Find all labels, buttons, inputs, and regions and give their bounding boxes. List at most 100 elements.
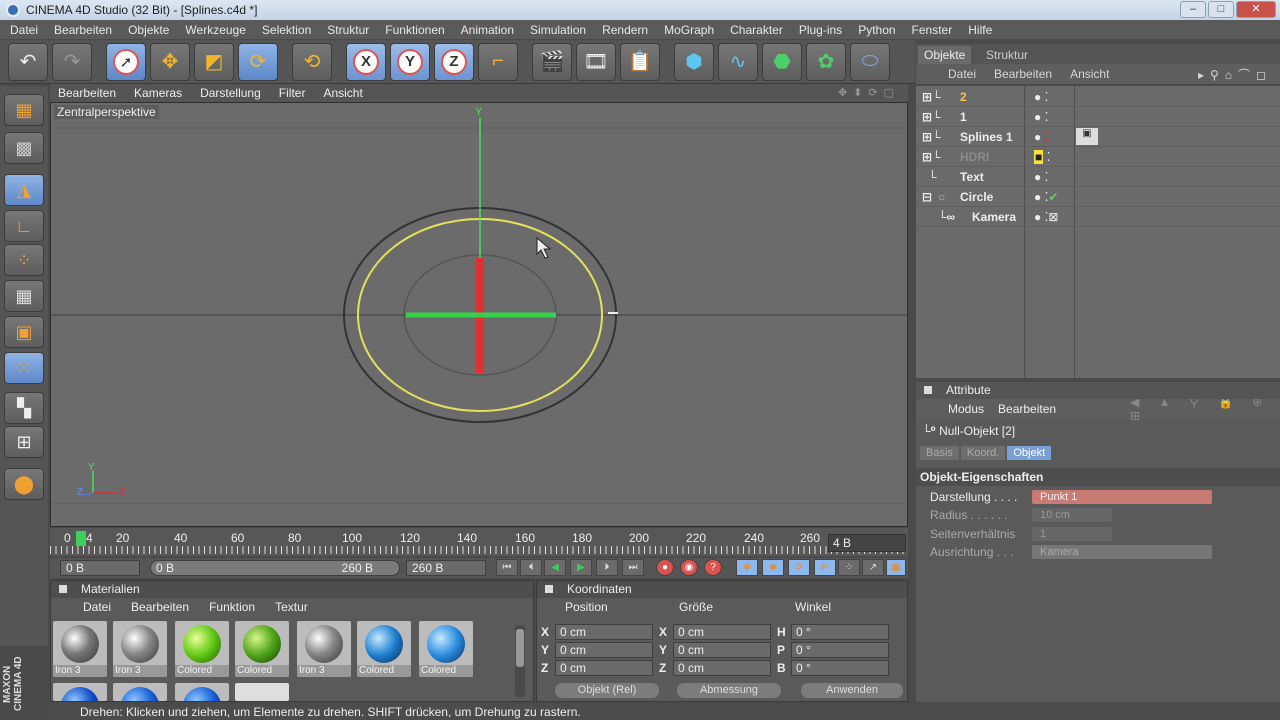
menu-struktur[interactable]: Struktur xyxy=(327,23,369,37)
menu-objekte[interactable]: Objekte xyxy=(128,23,169,37)
tab-koord[interactable]: Koord. xyxy=(960,446,1006,460)
menu-selektion[interactable]: Selektion xyxy=(262,23,311,37)
viewport-menu-ansicht[interactable]: Ansicht xyxy=(323,86,362,100)
menu-bearbeiten[interactable]: Bearbeiten xyxy=(54,23,112,37)
tab-struktur[interactable]: Struktur xyxy=(980,46,1034,64)
points-mode-button[interactable]: ⁘ xyxy=(4,244,44,276)
angle-p-field[interactable]: 0 ° xyxy=(791,642,889,658)
maximize-button[interactable]: □ xyxy=(1208,1,1234,18)
key-rotation-button[interactable]: ⟳ xyxy=(788,559,810,576)
viewport-menu-kameras[interactable]: Kameras xyxy=(134,86,182,100)
tab-objekte[interactable]: Objekte xyxy=(918,46,972,64)
x-axis-lock-button[interactable]: X xyxy=(346,42,386,81)
visibility-dots[interactable]: ● ⁚ xyxy=(1034,130,1048,144)
spline-button[interactable]: ∿ xyxy=(718,42,758,81)
angle-b-field[interactable]: 0 ° xyxy=(791,660,889,676)
om-toolbar-icons[interactable]: ▸⚲⌂⌒◻ xyxy=(1198,66,1272,83)
visibility-dots[interactable]: ● ⁚ xyxy=(1034,110,1048,124)
materials-scrollbar[interactable] xyxy=(515,625,525,697)
motion-record-button[interactable]: ↗ xyxy=(862,559,884,576)
angle-h-field[interactable]: 0 ° xyxy=(791,624,889,640)
menu-fenster[interactable]: Fenster xyxy=(912,23,953,37)
attr-menu-modus[interactable]: Modus xyxy=(948,402,984,416)
menu-animation[interactable]: Animation xyxy=(461,23,514,37)
rotate-tool-button[interactable]: ⟳ xyxy=(238,42,278,81)
material-swatch[interactable] xyxy=(113,683,167,701)
darstellung-dropdown[interactable]: Punkt 1 xyxy=(1032,490,1212,504)
attr-nav-icons[interactable]: ◀ ▲ ⚲ 🔒 ⊕ ⊞ xyxy=(1130,395,1280,423)
autokey-button[interactable]: ◉ xyxy=(680,559,698,576)
object-row[interactable]: ⊞└ HDRI ■ ⁚ xyxy=(916,148,1280,167)
menu-datei[interactable]: Datei xyxy=(10,23,38,37)
recent-tool-button[interactable]: ⟲ xyxy=(292,42,332,81)
materials-menu-bearbeiten[interactable]: Bearbeiten xyxy=(131,598,189,616)
menu-hilfe[interactable]: Hilfe xyxy=(968,23,992,37)
deformer-button[interactable]: ⬭ xyxy=(850,42,890,81)
sculpt-button[interactable]: ⬤ xyxy=(4,468,44,500)
minimize-button[interactable]: – xyxy=(1180,1,1206,18)
radius-field[interactable]: 10 cm xyxy=(1032,508,1112,522)
menu-rendern[interactable]: Rendern xyxy=(602,23,648,37)
material-swatch[interactable]: Colored xyxy=(419,621,473,677)
ausrichtung-dropdown[interactable]: Kamera xyxy=(1032,545,1212,559)
end-frame-field[interactable]: 260 B xyxy=(406,560,486,576)
play-forward-button[interactable]: ▶ xyxy=(570,559,592,576)
visibility-dots[interactable]: ● ⁚✔ xyxy=(1034,190,1058,204)
array-button[interactable]: ✿ xyxy=(806,42,846,81)
materials-menu-datei[interactable]: Datei xyxy=(83,598,111,616)
materials-menu-textur[interactable]: Textur xyxy=(275,598,308,616)
menu-mograph[interactable]: MoGraph xyxy=(664,23,714,37)
coordinate-system-button[interactable]: ⌐ xyxy=(478,42,518,81)
measure-mode-dropdown[interactable]: Abmessung xyxy=(677,683,781,698)
redo-button[interactable]: ↷ xyxy=(52,42,92,81)
nurbs-button[interactable]: ⬣ xyxy=(762,42,802,81)
current-frame-field[interactable]: 4 B xyxy=(828,534,906,552)
viewport-menu-bearbeiten[interactable]: Bearbeiten xyxy=(58,86,116,100)
attr-menu-bearbeiten[interactable]: Bearbeiten xyxy=(998,402,1056,416)
key-scale-button[interactable]: ■ xyxy=(762,559,784,576)
material-swatch[interactable]: Colored xyxy=(235,621,289,677)
timeline-playhead[interactable] xyxy=(76,531,86,546)
keyframe-selection-button[interactable]: ? xyxy=(704,559,722,576)
prev-key-button[interactable]: ⏴ xyxy=(520,559,542,576)
key-parameter-button[interactable]: P xyxy=(814,559,836,576)
tab-objekt[interactable]: Objekt xyxy=(1007,446,1052,460)
timeline-ruler[interactable]: 0 4 20 40 60 80 100 120 140 160 180 200 … xyxy=(50,528,908,556)
viewport-menu-darstellung[interactable]: Darstellung xyxy=(200,86,261,100)
material-swatch[interactable]: Iron 3 xyxy=(297,621,351,677)
key-position-button[interactable]: ✥ xyxy=(736,559,758,576)
material-swatch[interactable]: Iron 3 xyxy=(53,621,107,677)
apply-button[interactable]: Anwenden xyxy=(801,683,903,698)
preview-range-slider[interactable]: 0 B 260 B xyxy=(150,560,400,576)
object-row[interactable]: └∞ Kamera ● ⁚⊠ xyxy=(916,208,1280,227)
texture-mode-button[interactable]: ▩ xyxy=(4,132,44,164)
select-tool-button[interactable]: ➚ xyxy=(106,42,146,81)
object-mode-button[interactable]: ◮ xyxy=(4,174,44,206)
viewport-3d[interactable]: Zentralperspektive Y Y Z X xyxy=(50,102,908,527)
render-settings-button[interactable]: 📋 xyxy=(620,42,660,81)
size-y-field[interactable]: 0 cm xyxy=(673,642,771,658)
material-swatch[interactable] xyxy=(235,683,289,701)
coordinate-mode-dropdown[interactable]: Objekt (Rel) xyxy=(555,683,659,698)
animation-mode-button[interactable]: ⁙ xyxy=(4,352,44,384)
menu-python[interactable]: Python xyxy=(858,23,895,37)
menu-funktionen[interactable]: Funktionen xyxy=(385,23,444,37)
object-row[interactable]: ⊟ ○ Circle ● ⁚✔ xyxy=(916,188,1280,207)
play-backward-button[interactable]: ◀ xyxy=(544,559,566,576)
om-menu-bearbeiten[interactable]: Bearbeiten xyxy=(994,67,1052,81)
menu-charakter[interactable]: Charakter xyxy=(730,23,783,37)
material-swatch[interactable] xyxy=(53,683,107,701)
material-swatch[interactable]: Colored xyxy=(357,621,411,677)
edges-mode-button[interactable]: ▦ xyxy=(4,280,44,312)
goto-start-button[interactable]: ⏮ xyxy=(496,559,518,576)
material-swatch[interactable] xyxy=(175,683,229,701)
goto-end-button[interactable]: ⏭ xyxy=(622,559,644,576)
object-row[interactable]: └ Text ● ⁚ xyxy=(916,168,1280,187)
render-picture-viewer-button[interactable]: 🎞 xyxy=(576,42,616,81)
materials-menu-funktion[interactable]: Funktion xyxy=(209,598,255,616)
visibility-dots[interactable]: ■ ⁚ xyxy=(1034,150,1050,164)
tag-icon[interactable]: ▣ xyxy=(1076,128,1098,145)
polygons-mode-button[interactable]: ▣ xyxy=(4,316,44,348)
use-model-mode-button[interactable]: ▦ xyxy=(4,94,44,126)
start-frame-field[interactable]: 0 B xyxy=(60,560,140,576)
